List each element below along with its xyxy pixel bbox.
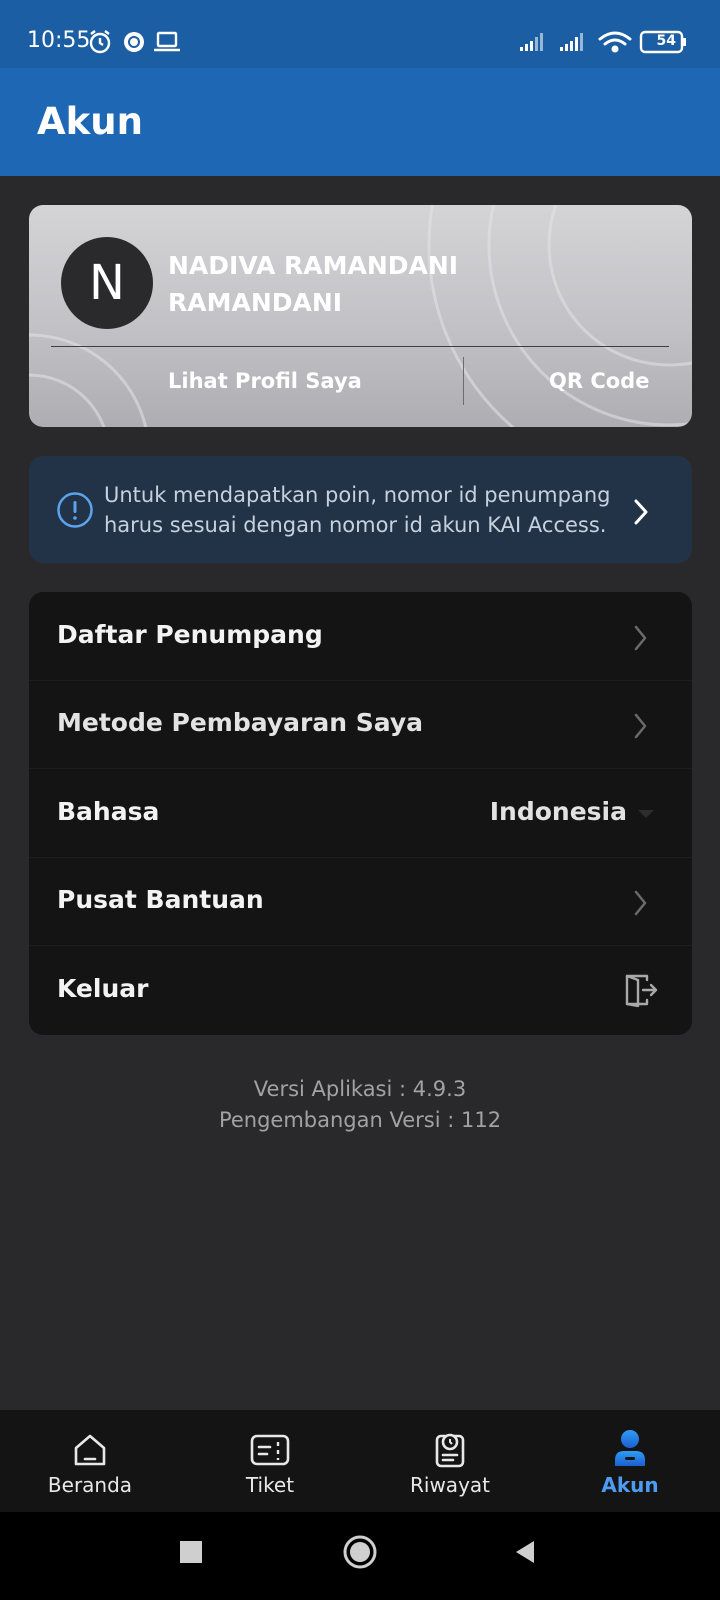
back-icon[interactable] bbox=[512, 1539, 538, 1565]
nav-label: Tiket bbox=[245, 1473, 295, 1497]
bottom-nav: Beranda Tiket Riwayat Akun bbox=[0, 1410, 720, 1512]
account-icon bbox=[615, 1430, 645, 1466]
build-version: Pengembangan Versi : 112 bbox=[218, 1108, 502, 1132]
app-version: Versi Aplikasi : 4.9.3 bbox=[253, 1077, 467, 1101]
view-profile-button[interactable]: Lihat Profil Saya bbox=[168, 369, 362, 393]
divider bbox=[463, 357, 464, 405]
nav-label: Akun bbox=[601, 1473, 659, 1497]
nav-item-home[interactable]: Beranda bbox=[0, 1410, 180, 1512]
menu-item-label: Metode Pembayaran Saya bbox=[57, 708, 423, 737]
recent-apps-icon[interactable] bbox=[178, 1539, 204, 1565]
menu-item-language[interactable]: Bahasa Indonesia bbox=[29, 769, 692, 857]
chevron-right-icon bbox=[634, 499, 648, 525]
divider bbox=[51, 346, 669, 347]
app-header: Akun bbox=[0, 68, 720, 176]
info-banner[interactable]: Untuk mendapatkan poin, nomor id penumpa… bbox=[29, 456, 692, 563]
language-select[interactable]: Indonesia bbox=[490, 797, 627, 826]
menu-item-label: Bahasa bbox=[57, 797, 160, 826]
signal-strength-2-icon bbox=[560, 33, 583, 51]
menu-item-logout[interactable]: Keluar bbox=[29, 946, 692, 1034]
profile-card: N NADIVA RAMANDANI RAMANDANI Lihat Profi… bbox=[29, 205, 692, 427]
info-icon bbox=[57, 492, 93, 528]
status-time: 10:55 bbox=[27, 28, 91, 53]
home-icon bbox=[74, 1434, 106, 1466]
home-button-icon[interactable] bbox=[342, 1534, 378, 1570]
nav-item-history[interactable]: Riwayat bbox=[360, 1410, 540, 1512]
nav-item-account[interactable]: Akun bbox=[540, 1410, 720, 1512]
info-text: Untuk mendapatkan poin, nomor id penumpa… bbox=[104, 483, 611, 537]
wifi-icon bbox=[598, 31, 632, 53]
page-title: Akun bbox=[37, 100, 143, 143]
menu-item-label: Daftar Penumpang bbox=[57, 620, 323, 649]
account-menu: Daftar Penumpang Metode Pembayaran Saya … bbox=[29, 592, 692, 1035]
nav-label: Riwayat bbox=[410, 1473, 490, 1497]
menu-item-passenger-list[interactable]: Daftar Penumpang bbox=[29, 592, 692, 680]
menu-item-payment-methods[interactable]: Metode Pembayaran Saya bbox=[29, 680, 692, 768]
system-navigation-bar bbox=[0, 1512, 720, 1600]
history-icon bbox=[435, 1433, 465, 1468]
nav-item-ticket[interactable]: Tiket bbox=[180, 1410, 360, 1512]
chevron-right-icon bbox=[634, 625, 647, 651]
signal-app-icon bbox=[124, 32, 144, 52]
nav-label: Beranda bbox=[47, 1473, 133, 1497]
logout-icon bbox=[625, 974, 658, 1008]
avatar: N bbox=[61, 237, 153, 329]
menu-item-label: Pusat Bantuan bbox=[57, 885, 264, 914]
alarm-icon bbox=[89, 30, 111, 54]
profile-name: NADIVA RAMANDANI RAMANDANI bbox=[168, 251, 459, 317]
qr-code-button[interactable]: QR Code bbox=[549, 369, 649, 393]
status-notification-icons bbox=[89, 30, 180, 54]
menu-item-help-center[interactable]: Pusat Bantuan bbox=[29, 857, 692, 945]
menu-item-label: Keluar bbox=[57, 974, 149, 1003]
chevron-right-icon bbox=[634, 890, 647, 916]
signal-strength-icon bbox=[520, 33, 543, 51]
battery-level: 54 bbox=[656, 33, 676, 49]
caret-down-icon bbox=[638, 810, 654, 818]
chevron-right-icon bbox=[634, 713, 647, 739]
version-info: Versi Aplikasi : 4.9.3 Pengembangan Vers… bbox=[0, 1074, 720, 1136]
ticket-icon bbox=[250, 1434, 290, 1466]
laptop-icon bbox=[154, 31, 180, 52]
status-bar: 10:55 54 bbox=[0, 0, 720, 68]
